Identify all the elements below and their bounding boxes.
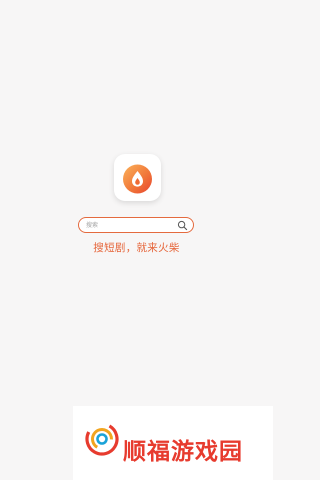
flame-app-icon [123, 164, 152, 194]
app-logo [114, 154, 161, 201]
watermark-logo-icon [85, 422, 119, 456]
search-icon[interactable] [177, 220, 188, 231]
search-input[interactable] [86, 218, 176, 232]
watermark-text: 顺福游戏园 [123, 439, 243, 465]
watermark: 顺福游戏园 [73, 406, 273, 480]
slogan-text: 搜短剧，就来火柴 [93, 242, 180, 254]
search-bar[interactable] [78, 217, 194, 233]
